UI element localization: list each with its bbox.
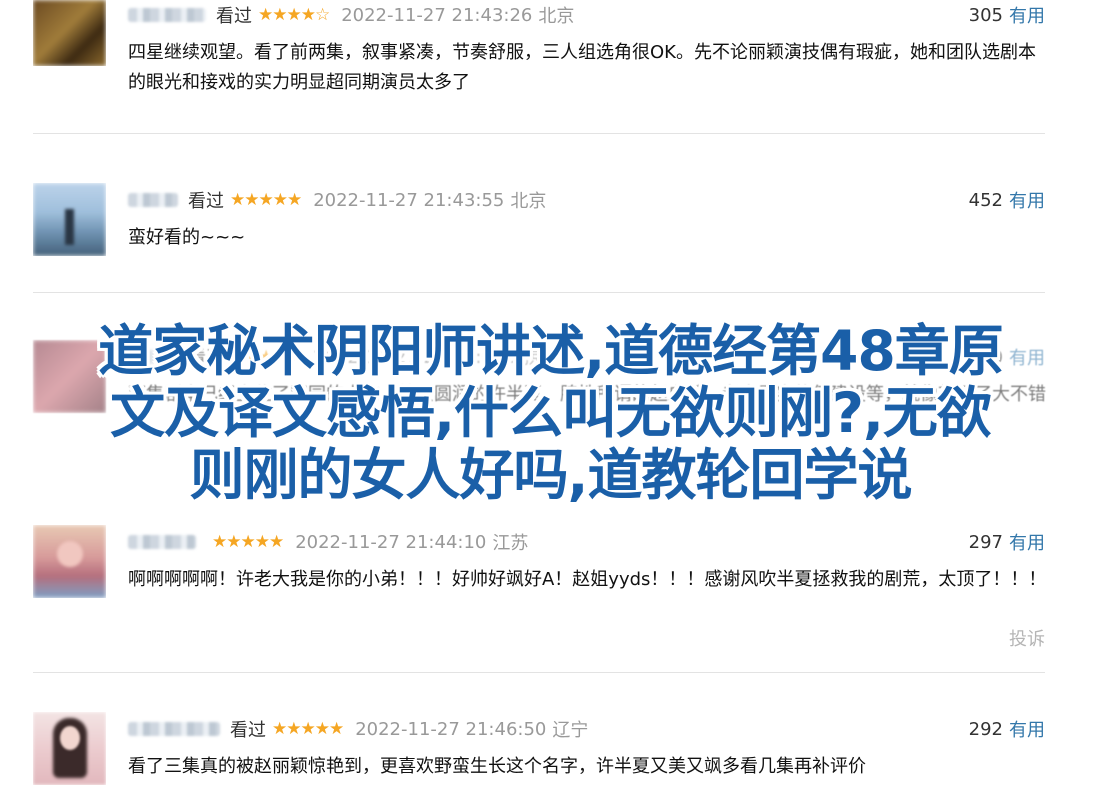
- comment-meta: 看过 ★★★★★ 2022-11-27 21:43:55 北京: [128, 185, 546, 215]
- comment-location: 北京: [538, 6, 575, 27]
- comment-text: 啊啊啊啊啊！许老大我是你的小弟！！！好帅好飒好A！赵姐yyds！！！感谢风吹半夏…: [128, 569, 1047, 590]
- watched-label: 看过: [216, 6, 252, 27]
- comment-location: 北京: [510, 348, 547, 369]
- vote-area: 292 有用: [969, 714, 1045, 744]
- vote-count: 270: [968, 346, 1003, 368]
- rating-stars: ★★★★★: [212, 532, 284, 552]
- vote-area: 297 有用: [969, 527, 1045, 557]
- divider: [33, 292, 1045, 293]
- avatar[interactable]: [33, 525, 106, 598]
- report-button[interactable]: 投诉: [1009, 625, 1045, 651]
- comment-time: 2022-11-27 21:44:10: [295, 531, 487, 553]
- comment-meta: 看过 ★★★★★ 2022-11-27 21:46:50 辽宁: [128, 714, 588, 744]
- username-blurred[interactable]: [128, 350, 178, 364]
- comment-time: 2022-11-27 21:43:55: [313, 189, 505, 211]
- useful-button[interactable]: 有用: [1009, 529, 1045, 555]
- avatar[interactable]: [33, 712, 106, 785]
- vote-count: 292: [968, 718, 1003, 740]
- avatar-image: [33, 0, 106, 66]
- username-blurred[interactable]: [128, 8, 206, 22]
- comment-text: 四星继续观望。看了前两集，叙事紧凑，节奏舒服，三人组选角很OK。先不论丽颖演技偶…: [128, 42, 1036, 93]
- useful-button[interactable]: 有用: [1009, 187, 1045, 213]
- divider: [33, 133, 1045, 134]
- avatar-image: [33, 340, 106, 413]
- avatar-figure: [65, 209, 74, 245]
- rating-stars: ★★★★★: [230, 190, 302, 210]
- rating-stars: ★★★★☆: [258, 5, 330, 25]
- vote-area: 452 有用: [969, 185, 1045, 215]
- watched-label: 看过: [188, 191, 224, 212]
- vote-count: 452: [968, 189, 1003, 211]
- overlay-title-line-3: 则刚的女人好吗,道教轮回学说: [189, 443, 913, 507]
- comment-location: 辽宁: [552, 720, 589, 741]
- avatar-face: [57, 541, 83, 567]
- vote-count: 297: [968, 531, 1003, 553]
- divider: [33, 672, 1045, 673]
- rating-stars: ★★★★★: [230, 347, 302, 367]
- useful-button[interactable]: 有用: [1009, 716, 1045, 742]
- username-blurred[interactable]: [128, 193, 178, 207]
- comment-meta: ★★★★★ 2022-11-27 21:44:10 江苏: [128, 527, 528, 557]
- username-blurred[interactable]: [128, 535, 196, 549]
- avatar[interactable]: [33, 0, 106, 66]
- comment-time: 2022-11-27 21:46:50: [355, 718, 547, 740]
- avatar[interactable]: [33, 340, 106, 413]
- avatar[interactable]: [33, 183, 106, 256]
- watched-label: 看过: [188, 348, 224, 369]
- comment-location: 江苏: [492, 533, 529, 554]
- comment-meta: 看过 ★★★★☆ 2022-11-27 21:43:26 北京: [128, 0, 574, 30]
- vote-area: 305 有用: [969, 0, 1045, 30]
- vote-count: 305: [968, 4, 1003, 26]
- useful-button[interactable]: 有用: [1009, 344, 1045, 370]
- comment-location: 北京: [510, 191, 547, 212]
- vote-area: 270 有用: [969, 342, 1045, 372]
- useful-button[interactable]: 有用: [1009, 2, 1045, 28]
- comment-time: 2022-11-27 21:43:26: [341, 4, 533, 26]
- comment-time: 2022-11-27 21:44:00: [313, 346, 505, 368]
- comment-text: 两集剧本已经立住了田园的人物，外景圆润的许半夏，脾性所谓的赵启慧，老实巴实的伍建…: [128, 384, 1046, 405]
- watched-label: 看过: [230, 720, 266, 741]
- comment-meta: 看过 ★★★★★ 2022-11-27 21:44:00 北京: [128, 342, 546, 372]
- username-blurred[interactable]: [128, 722, 220, 736]
- rating-stars: ★★★★★: [272, 719, 344, 739]
- comment-text: 看了三集真的被赵丽颖惊艳到，更喜欢野蛮生长这个名字，许半夏又美又飒多看几集再补评…: [128, 756, 866, 777]
- comment-text: 蛮好看的~~~: [128, 227, 246, 248]
- avatar-face: [60, 726, 80, 750]
